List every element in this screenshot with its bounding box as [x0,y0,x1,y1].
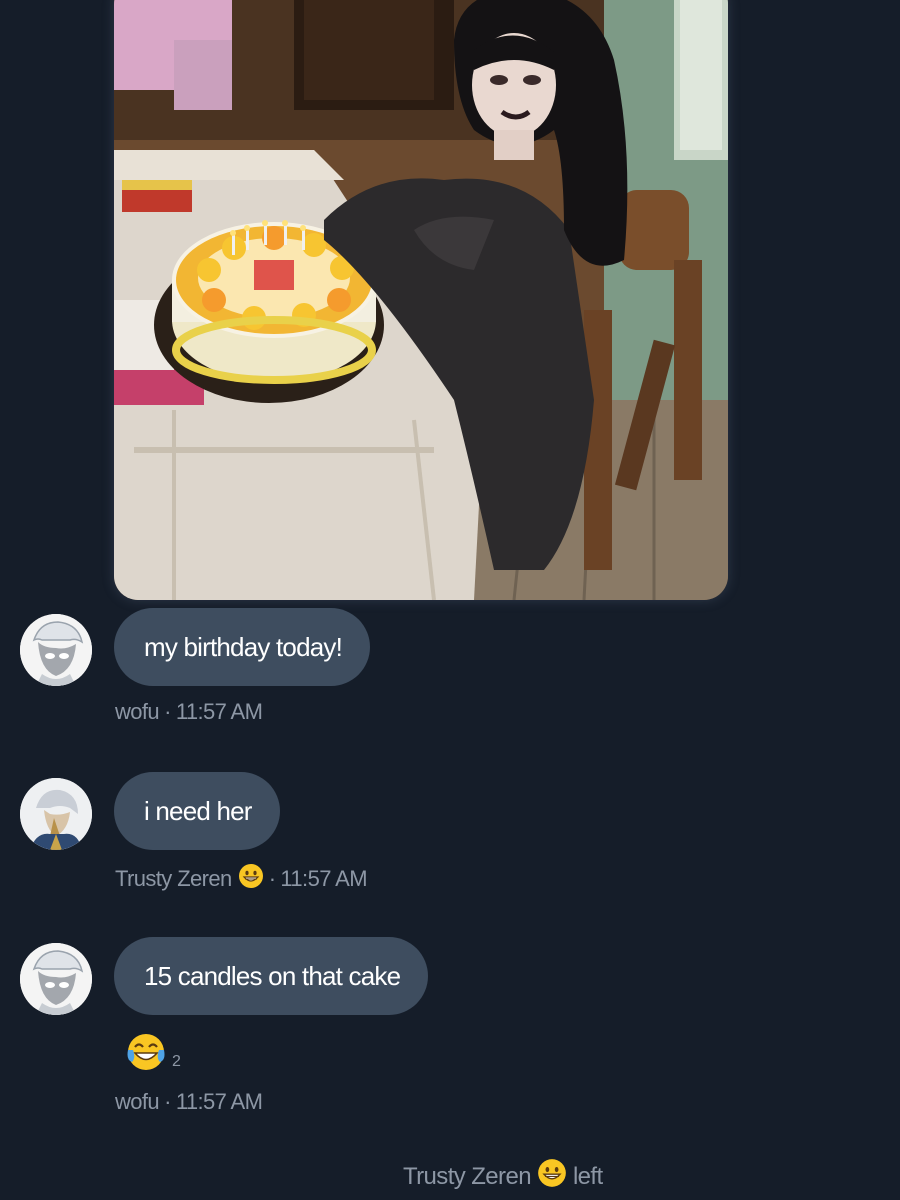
system-user-name[interactable]: Trusty Zeren [403,1163,532,1191]
reaction-chip[interactable]: 2 [124,1030,181,1079]
avatar-wofu[interactable] [20,614,92,686]
photo-image [114,0,728,600]
photo-attachment[interactable] [114,0,728,600]
timestamp: 11:57 AM [280,866,367,891]
tears-of-joy-icon [124,1030,168,1079]
reaction-count: 2 [172,1053,181,1070]
message-meta: wofu · 11:57 AM [115,699,263,725]
author-name[interactable]: wofu [115,1089,160,1115]
avatar-wofu[interactable] [20,943,92,1015]
separator: · [268,866,276,891]
message-meta: wofu · 11:57 AM [115,1089,263,1115]
message-text: my birthday today! [144,632,343,662]
avatar-image [20,778,92,850]
grinning-face-icon [537,1158,567,1195]
system-event: Trusty Zeren left [403,1158,603,1195]
avatar-trusty-zeren[interactable] [20,778,92,850]
system-action: left [572,1162,603,1190]
author-name[interactable]: Trusty Zeren [115,866,232,892]
message-bubble[interactable]: 15 candles on that cake [114,937,429,1015]
message-bubble[interactable]: i need her [114,772,280,850]
message-text: i need her [144,796,252,826]
separator: · [164,1089,171,1114]
chat-thread: my birthday today! wofu · 11:57 AM i nee… [0,0,900,1200]
message-bubble[interactable]: my birthday today! [114,608,371,686]
message-meta: Trusty Zeren · 11:57 AM [115,863,368,895]
author-name[interactable]: wofu [115,699,160,725]
timestamp: 11:57 AM [175,1089,263,1114]
message-text: 15 candles on that cake [144,961,401,991]
avatar-image [20,943,92,1015]
grinning-face-icon [238,863,264,895]
separator: · [164,699,171,724]
avatar-image [20,614,92,686]
timestamp: 11:57 AM [175,699,263,724]
